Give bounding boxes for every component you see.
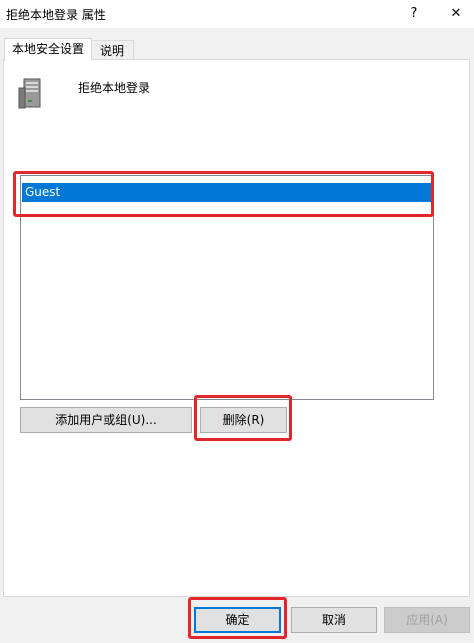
title-bar: 拒绝本地登录 属性 ? ✕ [0, 0, 474, 28]
add-user-or-group-button[interactable]: 添加用户或组(U)... [20, 407, 192, 433]
tab-explain[interactable]: 说明 [90, 40, 134, 60]
ok-button[interactable]: 确定 [194, 607, 281, 633]
account-list[interactable]: Guest [20, 175, 434, 400]
window-title: 拒绝本地登录 属性 [6, 8, 106, 22]
cancel-button[interactable]: 取消 [291, 607, 377, 633]
remove-button[interactable]: 删除(R) [200, 407, 287, 433]
policy-title: 拒绝本地登录 [78, 81, 151, 95]
tab-local-security-setting[interactable]: 本地安全设置 [4, 38, 92, 61]
server-icon [18, 78, 41, 109]
list-item-guest[interactable]: Guest [22, 183, 432, 202]
close-button[interactable]: ✕ [446, 4, 466, 24]
apply-button: 应用(A) [384, 607, 470, 633]
help-button[interactable]: ? [404, 4, 424, 24]
